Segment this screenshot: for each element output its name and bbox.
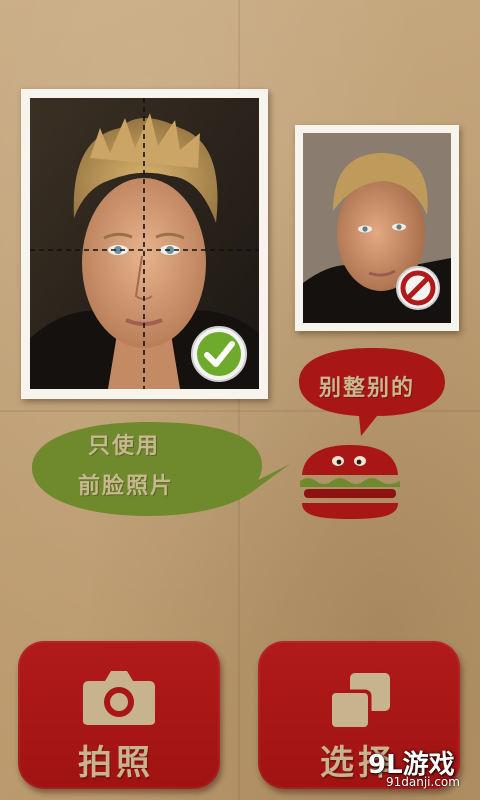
take-photo-label: 拍照 bbox=[78, 743, 154, 783]
forbidden-icon bbox=[395, 265, 441, 311]
hint-bubble-line2: 前脸照片 bbox=[78, 474, 175, 499]
hint-bubble-line1: 只使用 bbox=[88, 434, 161, 459]
camera-icon bbox=[81, 669, 157, 727]
dont-bubble-text: 别整别的 bbox=[319, 376, 416, 401]
bad-photo-frame bbox=[295, 125, 459, 331]
site-watermark: 9L游戏 91danji.com bbox=[346, 742, 474, 794]
check-icon bbox=[190, 325, 248, 383]
hint-bubble: 只使用 前脸照片 bbox=[30, 420, 292, 518]
good-photo-frame bbox=[21, 89, 268, 399]
burger-mascot-icon bbox=[298, 445, 402, 521]
dont-bubble: 别整别的 bbox=[297, 346, 447, 438]
gallery-icon bbox=[328, 671, 392, 731]
watermark-url: 91danji.com bbox=[386, 775, 460, 789]
take-photo-button[interactable]: 拍照 bbox=[18, 641, 220, 789]
